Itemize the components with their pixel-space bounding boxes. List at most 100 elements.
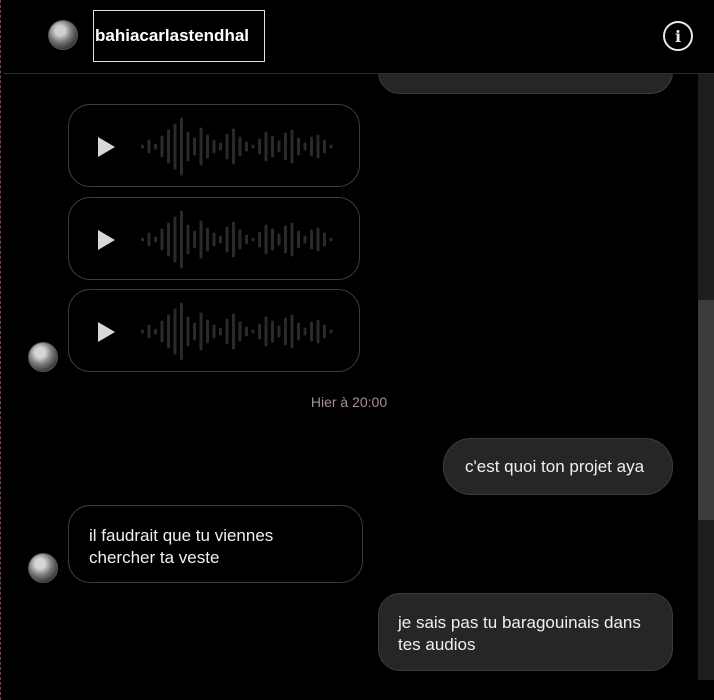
waveform-bar [193,137,196,156]
header-avatar[interactable] [48,20,78,50]
sender-avatar[interactable] [28,342,58,372]
play-icon[interactable] [98,322,115,342]
waveform-bar [212,324,216,339]
waveform-bar [264,224,268,255]
outgoing-message[interactable]: c'est quoi ton projet aya [443,438,673,495]
waveform-bar [303,327,307,336]
waveform-bar [251,144,255,149]
waveform-bar [199,220,203,259]
waveform-bar [303,142,307,151]
waveform-bar [258,231,261,248]
waveform-bar [186,224,190,255]
waveform-bar [258,323,261,340]
waveform-bar [206,134,209,159]
incoming-message[interactable]: il faudrait que tu viennes chercher ta v… [68,505,363,583]
waveform-bar [232,313,235,350]
waveform-bar [284,317,287,346]
waveform-bar [238,229,242,250]
waveform-bar [147,139,151,154]
waveform-bar [141,237,144,242]
waveform-bar [180,302,183,361]
waveform-bar [264,131,268,162]
message-text: c'est quoi ton projet aya [465,457,645,476]
waveform-icon [141,302,333,361]
message-timestamp: Hier à 20:00 [310,394,388,410]
waveform-bar [173,123,177,170]
waveform-icon [141,117,333,176]
waveform-bar [167,129,170,164]
waveform-bar [303,235,307,244]
waveform-bar [154,236,157,243]
waveform-bar [323,139,326,154]
waveform-bar [193,230,196,249]
chat-header: bahiacarlastendhal i [4,0,714,74]
waveform-bar [329,329,333,334]
waveform-bar [199,312,203,351]
waveform-bar [212,139,216,154]
waveform-bar [160,320,164,343]
message-text-line: je sais pas tu baragouinais dans [398,613,641,632]
waveform-bar [245,141,248,152]
play-icon[interactable] [98,137,115,157]
waveform-bar [323,324,326,339]
outgoing-message[interactable]: je sais pas tu baragouinais dans tes aud… [378,593,673,671]
window-left-edge [0,0,4,700]
waveform-bar [167,314,170,349]
waveform-bar [297,322,300,341]
waveform-bar [212,232,216,247]
waveform-bar [173,216,177,263]
waveform-bar [271,320,274,343]
scrollbar-thumb[interactable] [698,300,714,520]
waveform-bar [225,133,229,160]
play-icon[interactable] [98,230,115,250]
sender-avatar[interactable] [28,553,58,583]
waveform-bar [277,325,281,338]
waveform-bar [232,221,235,258]
waveform-bar [186,131,190,162]
username-link[interactable]: bahiacarlastendhal [93,10,265,62]
waveform-bar [219,235,222,244]
waveform-bar [264,316,268,347]
waveform-bar [277,140,281,153]
audio-message-2[interactable] [68,197,360,280]
waveform-bar [193,322,196,341]
waveform-bar [271,135,274,158]
waveform-bar [154,328,157,335]
waveform-bar [290,222,294,257]
waveform-bar [297,230,300,249]
waveform-bar [141,329,144,334]
waveform-bar [251,237,255,242]
audio-message-1[interactable] [68,104,360,187]
waveform-bar [245,234,248,245]
info-icon[interactable]: i [663,21,693,51]
waveform-bar [206,227,209,252]
waveform-bar [238,136,242,157]
waveform-bar [160,135,164,158]
waveform-bar [219,327,222,336]
waveform-bar [271,228,274,251]
waveform-bar [238,321,242,342]
waveform-bar [154,143,157,150]
waveform-bar [297,137,300,156]
waveform-icon [141,210,333,269]
waveform-bar [180,210,183,269]
waveform-bar [245,326,248,337]
waveform-bar [141,144,144,149]
waveform-bar [323,232,326,247]
waveform-bar [284,132,287,161]
waveform-bar [251,329,255,334]
waveform-bar [329,237,333,242]
waveform-bar [316,134,320,159]
waveform-bar [316,319,320,344]
waveform-bar [277,233,281,246]
scrollbar[interactable] [698,74,714,680]
audio-message-3[interactable] [68,289,360,372]
waveform-bar [160,228,164,251]
waveform-bar [147,232,151,247]
waveform-bar [284,225,287,254]
message-text-line: il faudrait que tu viennes [89,526,274,545]
waveform-bar [147,324,151,339]
waveform-bar [310,229,313,250]
waveform-bar [290,129,294,164]
waveform-bar [225,318,229,345]
